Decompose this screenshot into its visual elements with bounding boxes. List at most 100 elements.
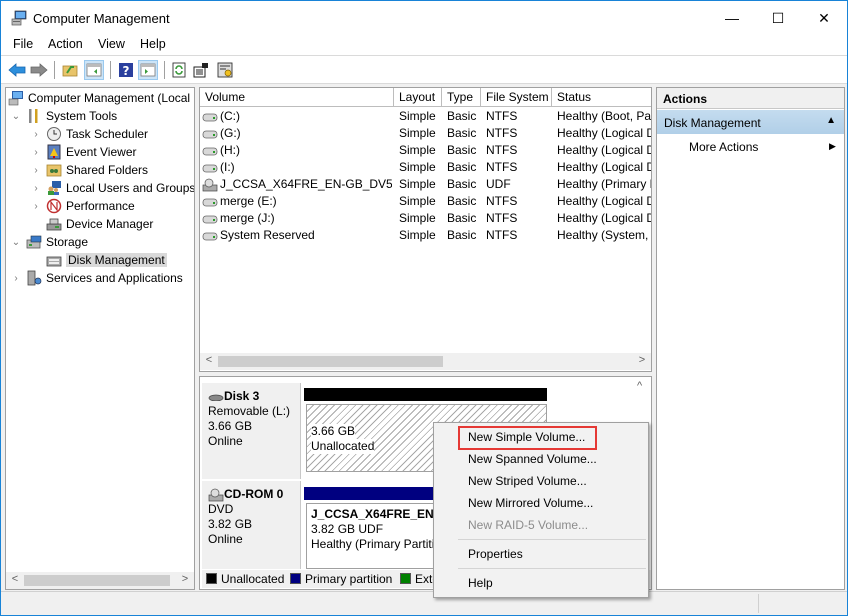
menu-item-help[interactable]: Help (468, 576, 493, 590)
properties-button[interactable] (191, 60, 211, 80)
tree-item-local-users-and-groups[interactable]: › Local Users and Groups (30, 179, 194, 197)
chevron-right-icon[interactable]: › (30, 201, 42, 212)
cell-status: Healthy (Logical D (557, 194, 651, 208)
table-row[interactable]: merge (E:) Simple Basic NTFS Healthy (Logica… (200, 193, 651, 210)
cell-file-system: NTFS (486, 160, 518, 174)
cell-type: Basic (447, 143, 477, 157)
minimize-button[interactable]: — (709, 1, 755, 35)
tree-item-services-and-applications[interactable]: › Services and Applications (10, 269, 183, 287)
menu-item-new-striped-volume[interactable]: New Striped Volume... (468, 474, 587, 488)
cell-file-system: NTFS (486, 143, 518, 157)
cell-volume: (C:) (220, 109, 240, 123)
cell-file-system: NTFS (486, 194, 518, 208)
scroll-right-arrow-icon[interactable]: > (178, 573, 192, 585)
performance-icon (46, 198, 62, 214)
toolbar: ? (1, 55, 847, 84)
menu-item-new-simple-volume[interactable]: New Simple Volume... (468, 430, 585, 444)
cdrom-icon (208, 488, 224, 502)
column-header-layout[interactable]: Layout (394, 88, 442, 107)
chevron-right-icon[interactable]: › (30, 183, 42, 194)
column-header-volume[interactable]: Volume (200, 88, 394, 107)
action-pane-icon (140, 63, 156, 77)
drive-icon (202, 232, 218, 241)
back-button[interactable] (7, 60, 27, 80)
menu-action[interactable]: Action (48, 37, 83, 51)
show-hide-console-tree-button[interactable] (84, 60, 104, 80)
event-viewer-icon (47, 144, 61, 160)
menu-item-properties[interactable]: Properties (468, 547, 523, 561)
table-row[interactable]: (G:) Simple Basic NTFS Healthy (Logical D (200, 125, 651, 142)
maximize-button[interactable]: ☐ (755, 1, 801, 35)
cdrom-0-label[interactable]: CD-ROM 0 DVD 3.82 GB Online (202, 481, 301, 569)
table-row[interactable]: (I:) Simple Basic NTFS Healthy (Logical D (200, 159, 651, 176)
close-button[interactable]: ✕ (801, 1, 847, 35)
tree-horizontal-scrollbar[interactable]: < > (6, 572, 194, 589)
submenu-arrow-icon: ▶ (829, 141, 836, 151)
chevron-right-icon[interactable]: › (10, 273, 22, 284)
chevron-right-icon[interactable]: › (30, 147, 42, 158)
tree-label: Device Manager (66, 217, 154, 231)
tree-item-performance[interactable]: › Performance (30, 197, 135, 215)
list-horizontal-scrollbar[interactable]: < > (200, 353, 651, 370)
more-actions-item[interactable]: More Actions (689, 140, 758, 154)
up-one-level-button[interactable] (60, 60, 80, 80)
menu-file[interactable]: File (13, 37, 33, 51)
actions-section-disk-management[interactable]: Disk Management ▲ (657, 110, 844, 134)
show-hide-action-pane-button[interactable] (138, 60, 158, 80)
menu-help[interactable]: Help (140, 37, 166, 51)
chevron-right-icon[interactable]: › (30, 129, 42, 140)
scrollbar-thumb[interactable] (24, 575, 170, 586)
legend-swatch-primary (290, 573, 301, 584)
tree-item-system-tools[interactable]: ⌄ System Tools (10, 107, 117, 125)
status-bar (1, 591, 847, 615)
table-row[interactable]: (H:) Simple Basic NTFS Healthy (Logical D (200, 142, 651, 159)
tree-item-shared-folders[interactable]: › Shared Folders (30, 161, 148, 179)
column-header-file-system[interactable]: File System (481, 88, 552, 107)
cell-layout: Simple (399, 211, 436, 225)
tree-item-task-scheduler[interactable]: › Task Scheduler (30, 125, 148, 143)
volume-list: Volume Layout Type File System Status (C… (199, 87, 652, 372)
cell-layout: Simple (399, 194, 436, 208)
menu-item-new-spanned-volume[interactable]: New Spanned Volume... (468, 452, 597, 466)
scrollbar-thumb[interactable] (218, 356, 443, 367)
computer-management-icon (11, 10, 27, 26)
tree-label: Task Scheduler (66, 127, 149, 141)
column-header-status[interactable]: Status (552, 88, 651, 107)
table-row[interactable]: (C:) Simple Basic NTFS Healthy (Boot, Pag (200, 108, 651, 125)
disk-3-label[interactable]: Disk 3 Removable (L:) 3.66 GB Online (202, 383, 301, 479)
unallocated-bar (304, 388, 547, 401)
scroll-up-arrow-icon[interactable]: ^ (637, 380, 642, 392)
forward-button[interactable] (29, 60, 49, 80)
table-row[interactable]: System Reserved Simple Basic NTFS Healthy (S… (200, 227, 651, 244)
menu-item-new-mirrored-volume[interactable]: New Mirrored Volume... (468, 496, 593, 510)
refresh-button[interactable] (169, 60, 189, 80)
status-divider (758, 594, 759, 613)
action-label: More Actions (689, 140, 759, 154)
tree-item-storage[interactable]: ⌄ Storage (10, 233, 88, 251)
context-menu: New Simple Volume... New Spanned Volume.… (433, 422, 649, 598)
chevron-down-icon[interactable]: ⌄ (10, 237, 22, 248)
cell-type: Basic (447, 126, 477, 140)
cell-status: Healthy (Logical D (557, 143, 651, 157)
table-row[interactable]: J_CCSA_X64FRE_EN-GB_DV5 (D:) Simple Basic U… (200, 176, 651, 193)
collapse-triangle-icon[interactable]: ▲ (826, 115, 836, 126)
cell-status: Healthy (Primary P (557, 177, 651, 191)
help-button[interactable]: ? (116, 60, 136, 80)
tree-item-device-manager[interactable]: Device Manager (30, 215, 153, 233)
disk-settings-button[interactable] (215, 60, 235, 80)
console-tree-icon (86, 63, 102, 77)
menu-view[interactable]: View (98, 37, 125, 51)
tree-item-event-viewer[interactable]: › Event Viewer (30, 143, 136, 161)
scroll-left-arrow-icon[interactable]: < (202, 354, 216, 366)
table-row[interactable]: merge (J:) Simple Basic NTFS Healthy (Logica… (200, 210, 651, 227)
column-header-type[interactable]: Type (442, 88, 481, 107)
tree-item-disk-management[interactable]: Disk Management (30, 251, 167, 269)
chevron-right-icon[interactable]: › (30, 165, 42, 176)
chevron-down-icon[interactable]: ⌄ (10, 111, 22, 122)
scroll-left-arrow-icon[interactable]: < (8, 573, 22, 585)
scroll-right-arrow-icon[interactable]: > (635, 354, 649, 366)
cell-type: Basic (447, 211, 477, 225)
window-title: Computer Management (33, 11, 170, 26)
tree-item-computer-management[interactable]: Computer Management (Local (8, 89, 190, 107)
help-icon: ? (119, 63, 133, 78)
